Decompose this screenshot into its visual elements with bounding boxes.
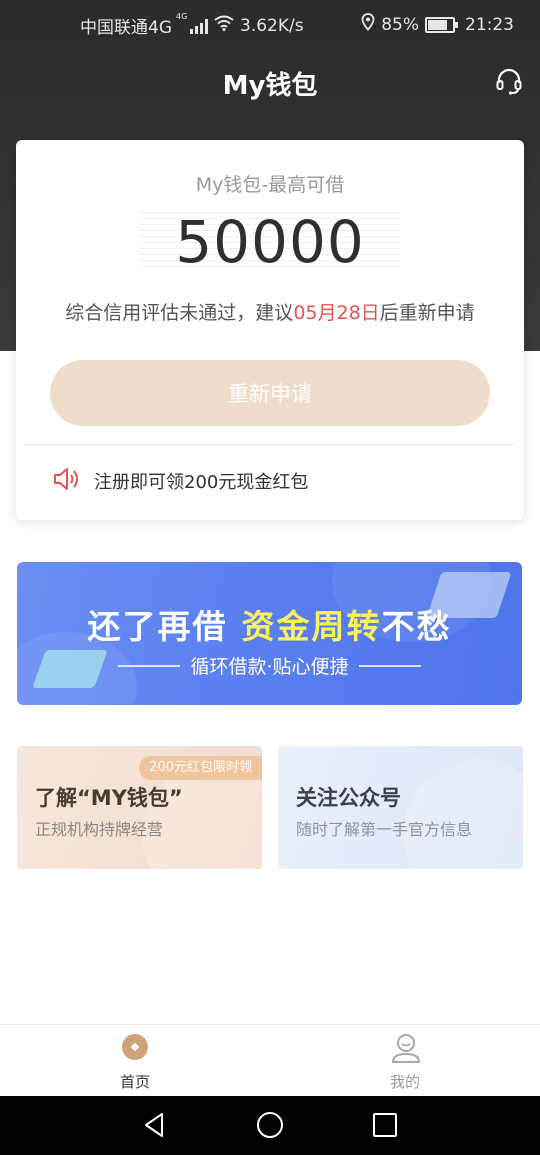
credit-limit-card: My钱包-最高可借 50000 综合信用评估未通过，建议05月28日后重新申请 … <box>16 140 524 520</box>
banner-tagline-row: 循环借款·贴心便捷 <box>17 652 522 679</box>
card-divider <box>24 444 514 445</box>
tab-home[interactable]: 首页 <box>75 1025 195 1097</box>
tagline-rule-right <box>358 664 421 667</box>
location-icon <box>361 13 375 36</box>
headline-part1: 还了再借 <box>87 607 228 646</box>
banner-headline: 还了再借 资金周转不愁 <box>17 600 522 648</box>
clock: 21:23 <box>465 14 514 35</box>
status-bar: 中国联通4G 4G 3.62K/s 85% 21:23 <box>0 0 540 50</box>
battery-icon <box>425 16 458 33</box>
reapply-button[interactable]: 重新申请 <box>50 360 490 426</box>
wifi-icon <box>214 15 234 36</box>
tile-title: 关注公众号 <box>296 786 401 810</box>
headline-highlight: 资金周转 <box>241 607 382 646</box>
follow-account-tile[interactable]: 关注公众号 随时了解第一手官方信息 <box>278 746 523 869</box>
home-icon <box>121 1033 149 1061</box>
about-wallet-tile[interactable]: 200元红包限时领 了解“MY钱包” 正规机构持牌经营 <box>17 746 262 869</box>
tile-subtitle: 随时了解第一手官方信息 <box>296 820 473 839</box>
tagline-rule-left <box>118 664 181 667</box>
promo-text: 注册即可领200元现金红包 <box>94 472 309 493</box>
recents-icon[interactable] <box>370 1110 400 1140</box>
red-packet-badge: 200元红包限时领 <box>139 756 262 780</box>
limit-subtitle: My钱包-最高可借 <box>195 174 345 196</box>
network-badge: 4G <box>176 11 188 21</box>
tile-decoration <box>403 759 523 869</box>
banner-tagline: 循环借款·贴心便捷 <box>190 656 349 678</box>
carrier-label: 中国联通4G <box>80 18 172 38</box>
signal-icon: 4G <box>176 12 208 34</box>
user-icon <box>391 1033 420 1063</box>
headset-icon[interactable] <box>496 68 522 96</box>
tab-mine[interactable]: 我的 <box>345 1025 465 1097</box>
notice-prefix: 综合信用评估未通过，建议 <box>65 302 294 324</box>
back-icon[interactable] <box>140 1110 170 1140</box>
tile-title: 了解“MY钱包” <box>35 786 183 810</box>
notice-date: 05月28日 <box>293 302 380 324</box>
tile-subtitle: 正规机构持牌经营 <box>35 820 164 839</box>
notice-suffix: 后重新申请 <box>379 302 475 324</box>
network-speed: 3.62K/s <box>240 15 304 36</box>
promo-banner[interactable]: 还了再借 资金周转不愁 循环借款·贴心便捷 <box>17 562 522 705</box>
system-navigation-bar <box>0 1096 540 1155</box>
headline-part3: 不愁 <box>381 607 452 646</box>
bottom-tab-bar: 首页 我的 <box>0 1024 540 1097</box>
tab-mine-label: 我的 <box>389 1073 420 1091</box>
promo-row[interactable]: 注册即可领200元现金红包 <box>52 466 308 496</box>
speaker-icon <box>52 466 82 496</box>
limit-amount: 50000 <box>175 208 365 276</box>
review-notice: 综合信用评估未通过，建议05月28日后重新申请 <box>16 298 524 325</box>
tab-home-label: 首页 <box>119 1073 150 1091</box>
battery-percent: 85% <box>381 14 419 35</box>
page-title: My钱包 <box>222 71 318 101</box>
home-circle-icon[interactable] <box>255 1110 285 1140</box>
